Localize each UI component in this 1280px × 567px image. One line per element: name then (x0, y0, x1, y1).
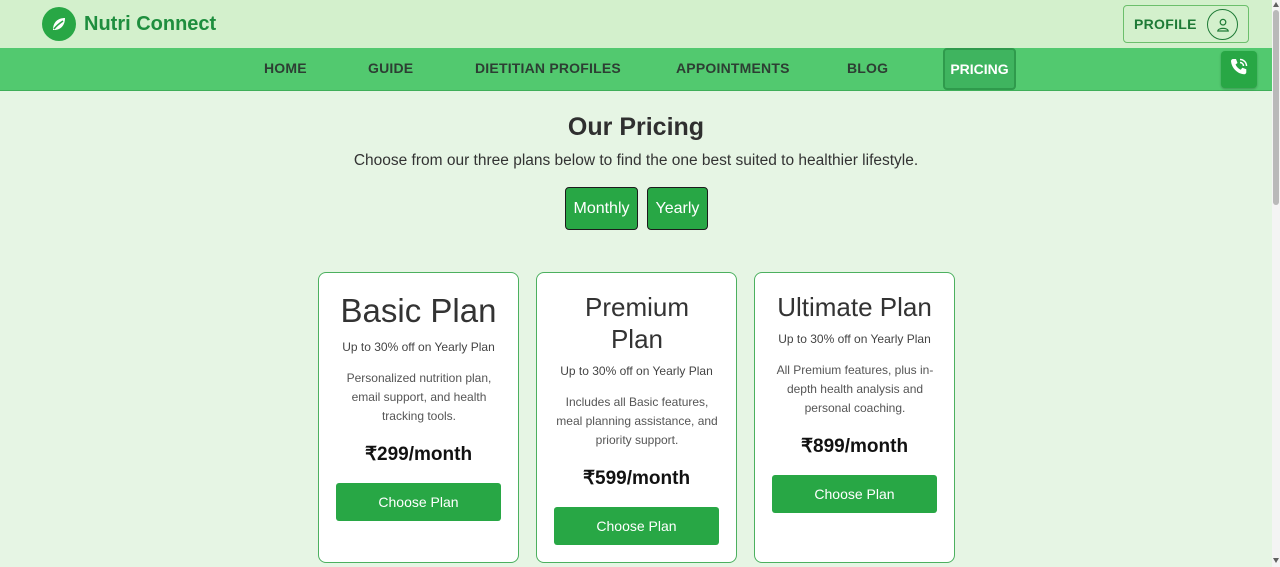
nav-item-guide[interactable]: GUIDE (368, 60, 413, 76)
monthly-toggle-button[interactable]: Monthly (565, 187, 638, 230)
phone-button[interactable] (1221, 51, 1257, 88)
yearly-toggle-button[interactable]: Yearly (647, 187, 708, 230)
plan-price: ₹599/month (582, 468, 691, 489)
choose-plan-button[interactable]: Choose Plan (772, 475, 937, 513)
plan-discount: Up to 30% off on Yearly Plan (778, 332, 931, 346)
nav-item-pricing[interactable]: PRICING (943, 48, 1016, 90)
choose-plan-button[interactable]: Choose Plan (554, 507, 719, 545)
nav-item-blog[interactable]: BLOG (847, 60, 888, 76)
scrollbar-thumb[interactable] (1273, 10, 1279, 205)
nav-item-home[interactable]: HOME (264, 60, 307, 76)
plan-description: Includes all Basic features, meal planni… (556, 395, 718, 447)
plan-price: ₹299/month (364, 444, 473, 465)
profile-label: PROFILE (1134, 16, 1197, 32)
brand-name: Nutri Connect (84, 12, 217, 35)
top-header: Nutri Connect PROFILE (0, 0, 1272, 48)
plan-discount: Up to 30% off on Yearly Plan (342, 340, 495, 354)
phone-icon (1228, 56, 1250, 83)
plan-card-ultimate: Ultimate Plan Up to 30% off on Yearly Pl… (754, 272, 955, 563)
choose-plan-button[interactable]: Choose Plan (336, 483, 501, 521)
page-subtitle: Choose from our three plans below to fin… (353, 152, 919, 169)
plan-title: Ultimate Plan (777, 292, 932, 322)
nav-item-appointments[interactable]: APPOINTMENTS (676, 60, 790, 76)
nav-item-dietitian-profiles[interactable]: DIETITIAN PROFILES (475, 60, 621, 76)
profile-button[interactable]: PROFILE (1123, 5, 1249, 43)
brand-logo[interactable]: Nutri Connect (42, 7, 216, 41)
page-scrollbar[interactable] (1272, 0, 1280, 567)
plan-card-premium: Premium Plan Up to 30% off on Yearly Pla… (536, 272, 737, 563)
page-title: Our Pricing (567, 113, 705, 141)
scroll-up-arrow-icon[interactable] (1273, 2, 1279, 7)
plan-card-basic: Basic Plan Up to 30% off on Yearly Plan … (318, 272, 519, 563)
plan-title: Basic Plan (340, 292, 497, 329)
plan-description: All Premium features, plus in-depth heal… (776, 363, 934, 415)
plan-description: Personalized nutrition plan, email suppo… (346, 371, 492, 423)
scroll-down-arrow-icon[interactable] (1273, 558, 1279, 563)
plan-discount: Up to 30% off on Yearly Plan (560, 364, 713, 378)
plan-price: ₹899/month (800, 436, 909, 457)
plan-title: Premium Plan (584, 292, 689, 354)
leaf-icon (42, 7, 76, 41)
user-icon (1207, 9, 1238, 40)
main-nav: HOME GUIDE DIETITIAN PROFILES APPOINTMEN… (0, 48, 1272, 91)
